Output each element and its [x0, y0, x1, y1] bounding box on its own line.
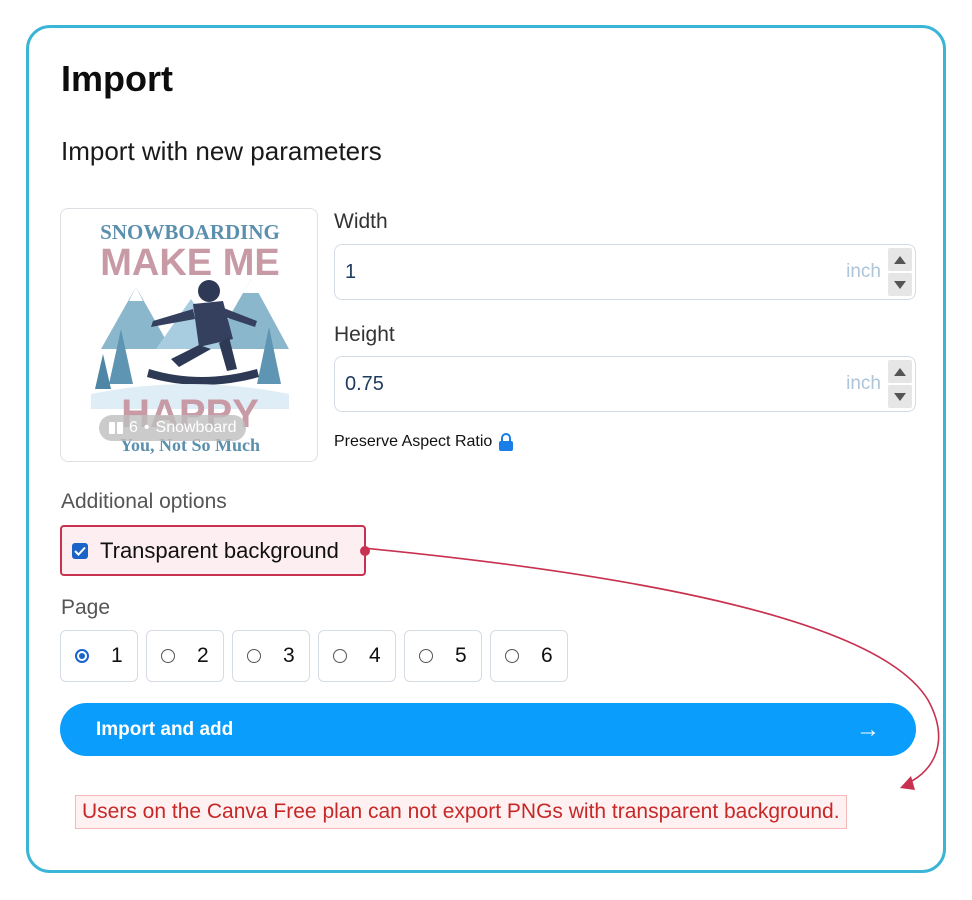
badge-separator: •	[143, 419, 150, 436]
page-number: 6	[541, 644, 553, 667]
book-icon	[109, 422, 123, 434]
transparent-background-checkbox[interactable]	[72, 542, 88, 559]
import-and-add-button[interactable]: Import and add →	[60, 703, 916, 756]
dialog-subtitle: Import with new parameters	[61, 136, 382, 166]
height-decrement-button[interactable]	[888, 385, 912, 408]
page-option-4[interactable]: 4	[318, 630, 396, 682]
width-field: inch	[334, 244, 916, 300]
art-line-1: SNOWBOARDING	[100, 220, 280, 244]
free-plan-warning: Users on the Canva Free plan can not exp…	[75, 795, 847, 829]
page-selector: 1 2 3 4 5 6	[60, 630, 568, 682]
width-decrement-button[interactable]	[888, 273, 912, 296]
height-label: Height	[334, 323, 395, 346]
transparent-background-option[interactable]: Transparent background	[60, 525, 366, 576]
page-radio[interactable]	[333, 649, 347, 663]
down-arrow-icon	[894, 280, 906, 289]
page-number: 3	[283, 644, 295, 667]
badge-design-name: Snowboard	[155, 419, 237, 436]
page-number: 4	[369, 644, 381, 667]
aspect-label: Preserve Aspect Ratio	[334, 433, 493, 450]
page-option-2[interactable]: 2	[146, 630, 224, 682]
preserve-aspect-ratio-toggle[interactable]: Preserve Aspect Ratio	[334, 433, 514, 451]
width-label: Width	[334, 210, 388, 233]
page-count-badge: 6 • Snowboard	[99, 415, 247, 441]
width-unit: inch	[846, 261, 881, 282]
page-option-3[interactable]: 3	[232, 630, 310, 682]
page-option-1[interactable]: 1	[60, 630, 138, 682]
additional-options-label: Additional options	[61, 490, 227, 513]
width-stepper	[888, 248, 912, 296]
height-unit: inch	[846, 373, 881, 394]
up-arrow-icon	[894, 255, 906, 264]
page-option-6[interactable]: 6	[490, 630, 568, 682]
page-radio[interactable]	[161, 649, 175, 663]
transparent-background-label: Transparent background	[100, 537, 339, 563]
up-arrow-icon	[894, 367, 906, 376]
annotation-anchor-dot	[360, 546, 370, 556]
height-stepper	[888, 360, 912, 408]
page-number: 2	[197, 644, 209, 667]
width-input[interactable]	[345, 245, 825, 299]
lock-icon[interactable]	[498, 433, 514, 451]
badge-page-count: 6	[129, 419, 138, 436]
page-number: 1	[111, 644, 123, 667]
page-number: 5	[455, 644, 467, 667]
width-increment-button[interactable]	[888, 248, 912, 271]
page-option-5[interactable]: 5	[404, 630, 482, 682]
art-line-2: MAKE ME	[100, 242, 279, 284]
import-panel: Import Import with new parameters SNOWBO…	[26, 25, 946, 873]
height-field: inch	[334, 356, 916, 412]
design-preview[interactable]: SNOWBOARDING MAKE ME HAPPY You, Not So M…	[60, 208, 318, 462]
page-label: Page	[61, 596, 111, 619]
arrow-right-icon: →	[856, 715, 880, 743]
height-increment-button[interactable]	[888, 360, 912, 383]
page-radio[interactable]	[75, 649, 89, 663]
checkmark-icon	[74, 546, 86, 556]
down-arrow-icon	[894, 392, 906, 401]
height-input[interactable]	[345, 357, 825, 411]
page-radio[interactable]	[505, 649, 519, 663]
page-radio[interactable]	[247, 649, 261, 663]
page-radio[interactable]	[419, 649, 433, 663]
import-button-label: Import and add	[96, 718, 234, 740]
dialog-title: Import	[61, 58, 173, 99]
